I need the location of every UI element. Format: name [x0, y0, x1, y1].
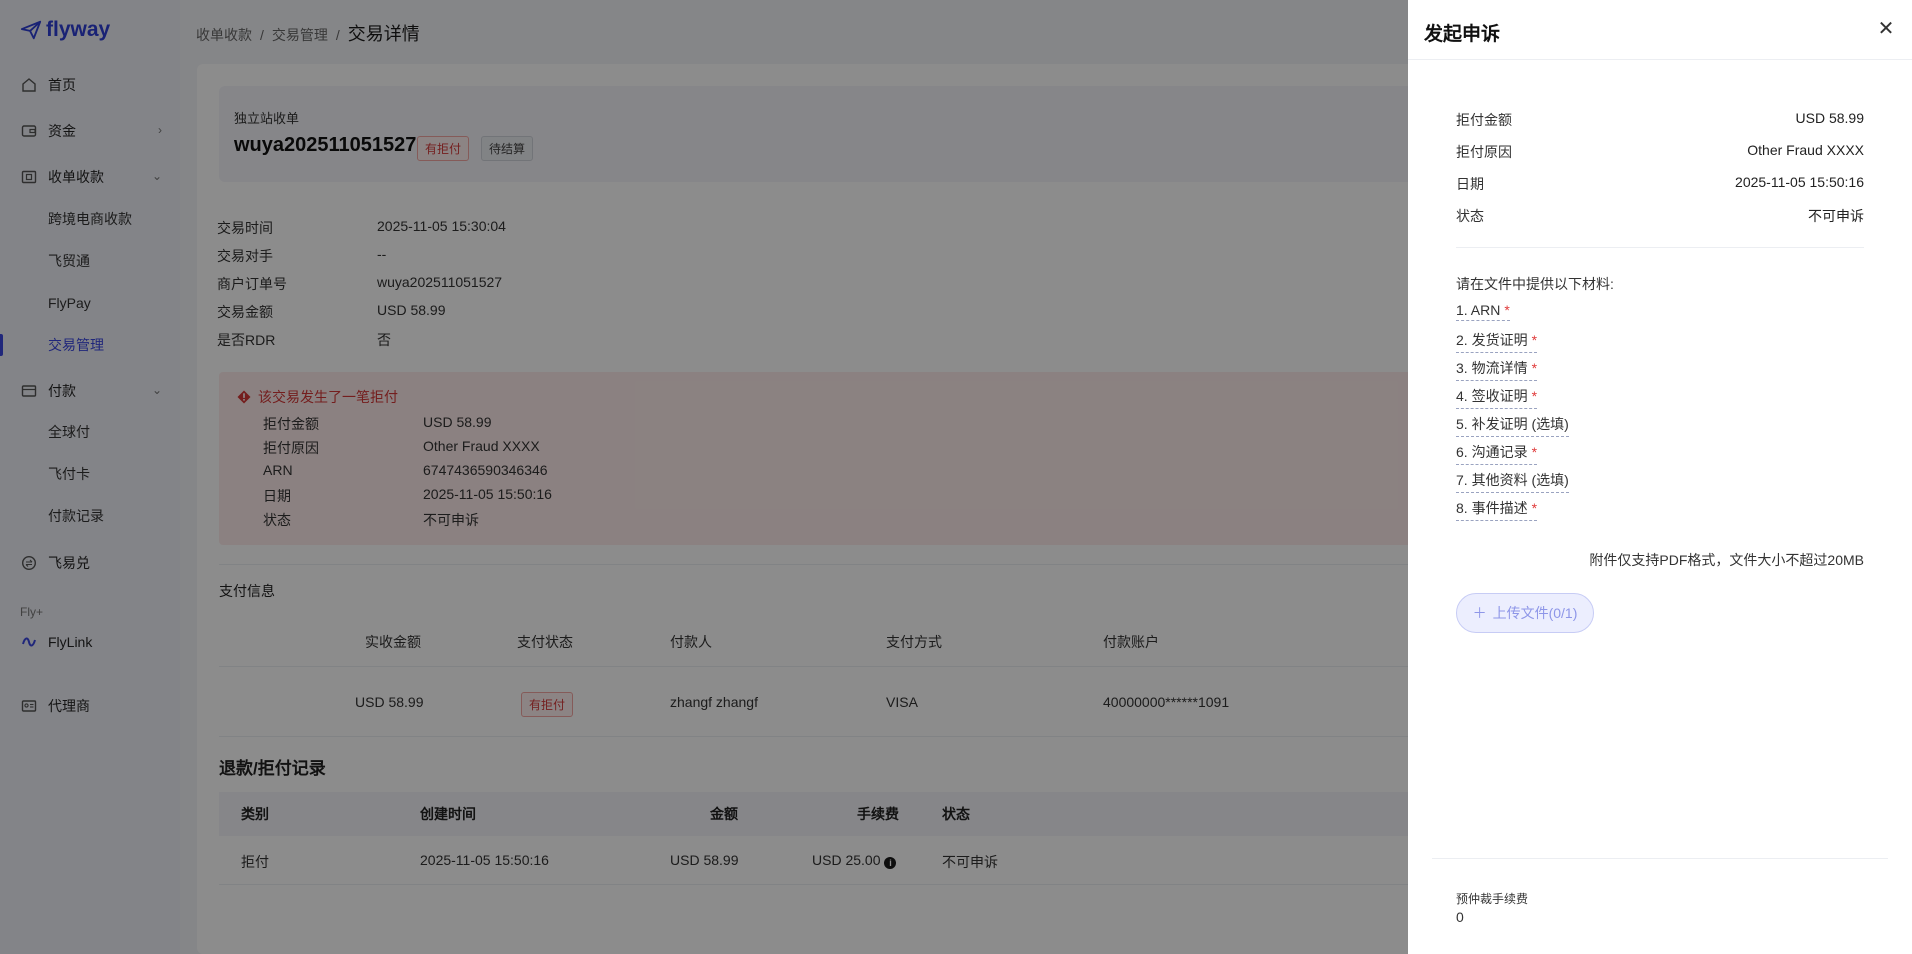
summary-row: 拒付金额 USD 58.99 — [1456, 110, 1864, 128]
arbitration-fee-value: 0 — [1456, 909, 1464, 925]
upload-button[interactable]: ＋ 上传文件(0/1) — [1456, 593, 1594, 633]
close-icon[interactable]: ✕ — [1876, 19, 1896, 40]
modal-overlay[interactable] — [0, 0, 1408, 954]
divider — [1432, 858, 1888, 859]
material-item[interactable]: 5. 补发证明 (选填) — [1456, 414, 1569, 437]
upload-note: 附件仅支持PDF格式，文件大小不超过20MB — [1589, 552, 1864, 568]
arbitration-fee-label: 预仲裁手续费 — [1456, 892, 1529, 906]
material-item[interactable]: 1. ARN * — [1456, 302, 1510, 321]
divider — [1408, 59, 1912, 60]
material-item[interactable]: 3. 物流详情 * — [1456, 358, 1538, 381]
materials-intro: 请在文件中提供以下材料: — [1456, 276, 1614, 292]
summary-row: 日期 2025-11-05 15:50:16 — [1456, 174, 1864, 192]
divider — [1456, 247, 1864, 248]
summary-row: 拒付原因 Other Fraud XXXX — [1456, 142, 1864, 160]
drawer-title: 发起申诉 — [1424, 24, 1501, 45]
material-item[interactable]: 4. 签收证明 * — [1456, 386, 1538, 409]
plus-icon: ＋ — [1472, 605, 1487, 621]
material-item[interactable]: 7. 其他资料 (选填) — [1456, 470, 1569, 493]
material-item[interactable]: 2. 发货证明 * — [1456, 330, 1538, 353]
summary-row: 状态 不可申诉 — [1456, 208, 1864, 224]
appeal-drawer: 发起申诉 ✕ 拒付金额 USD 58.99 拒付原因 Other Fraud XXX… — [1408, 0, 1912, 954]
material-item[interactable]: 6. 沟通记录 * — [1456, 442, 1538, 465]
material-item[interactable]: 8. 事件描述 * — [1456, 498, 1538, 521]
